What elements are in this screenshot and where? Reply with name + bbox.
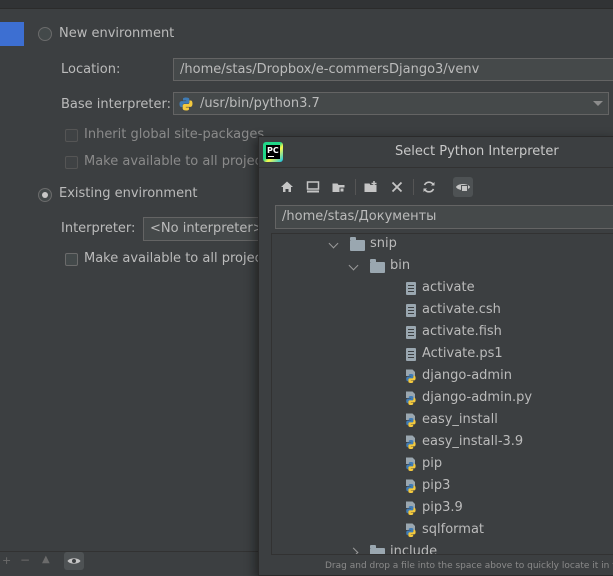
new-environment-label: New environment	[59, 26, 175, 41]
make-available-existing-label: Make available to all projects	[84, 251, 274, 266]
python-file-icon	[404, 523, 418, 537]
new-environment-radio[interactable]	[38, 27, 52, 41]
home-icon[interactable]	[277, 177, 297, 197]
new-folder-icon[interactable]	[361, 177, 381, 197]
file-icon	[406, 348, 416, 361]
file-icon	[406, 326, 416, 339]
existing-environment-label: Existing environment	[59, 186, 198, 201]
tree-row[interactable]: django-admin.py	[272, 387, 613, 409]
tree-item-label: sqlformat	[422, 522, 485, 537]
chevron-down-icon[interactable]	[593, 101, 603, 106]
location-input[interactable]: /home/stas/Dropbox/e-commersDjango3/venv	[173, 58, 613, 81]
tree-item-label: django-admin	[422, 368, 512, 383]
tree-item-label: snip	[370, 236, 397, 251]
chevron-down-icon[interactable]	[328, 238, 339, 249]
tree-row[interactable]: django-admin	[272, 365, 613, 387]
base-interpreter-label: Base interpreter:	[61, 97, 171, 112]
arrow-up-icon[interactable]: ▲	[42, 554, 50, 565]
tree-item-label: pip3	[422, 478, 451, 493]
plus-icon[interactable]: +	[2, 554, 11, 567]
inherit-global-label: Inherit global site-packages	[84, 127, 265, 142]
python-file-icon	[404, 435, 418, 449]
file-icon	[406, 304, 416, 317]
tree-row[interactable]: bin	[272, 255, 613, 277]
desktop-icon[interactable]	[303, 177, 323, 197]
tree-row[interactable]: activate	[272, 277, 613, 299]
tree-item-label: activate.csh	[422, 302, 501, 317]
tree-item-label: easy_install	[422, 412, 498, 427]
tree-row[interactable]: pip3.9	[272, 497, 613, 519]
eye-glyph	[67, 558, 81, 564]
project-icon[interactable]	[329, 177, 349, 197]
tree-row[interactable]: easy_install-3.9	[272, 431, 613, 453]
make-available-new-label: Make available to all projects	[84, 154, 274, 169]
pycharm-logo-icon: PC	[263, 142, 283, 162]
folder-icon	[350, 237, 365, 251]
folder-icon	[370, 545, 385, 554]
python-file-icon	[404, 391, 418, 405]
existing-environment-radio[interactable]	[38, 188, 52, 202]
toolbar-separator	[413, 179, 414, 195]
tree-row[interactable]: activate.fish	[272, 321, 613, 343]
title-strip	[0, 0, 613, 9]
minus-icon[interactable]: −	[20, 553, 30, 567]
dialog-title-bar[interactable]: PC Select Python Interpreter	[259, 137, 613, 168]
tree-row[interactable]: snip	[272, 234, 613, 255]
selected-side-tab[interactable]	[0, 22, 24, 46]
folder-icon	[370, 259, 385, 273]
base-interpreter-value: /usr/bin/python3.7	[200, 96, 320, 111]
make-available-existing-checkbox[interactable]	[65, 253, 78, 266]
interpreter-dropdown[interactable]: <No interpreter>	[143, 217, 263, 241]
make-available-new-checkbox[interactable]	[65, 156, 78, 169]
tree-row[interactable]: activate.csh	[272, 299, 613, 321]
tree-item-label: include	[390, 544, 438, 555]
tree-row[interactable]: pip	[272, 453, 613, 475]
location-label: Location:	[61, 62, 121, 77]
delete-icon[interactable]	[387, 177, 407, 197]
tree-row[interactable]: Activate.ps1	[272, 343, 613, 365]
select-interpreter-dialog: PC Select Python Interpreter /home/stas/…	[258, 136, 613, 576]
drag-drop-hint: Drag and drop a file into the space abov…	[325, 561, 613, 571]
path-input[interactable]: /home/stas/Документы	[275, 205, 613, 229]
dialog-title: Select Python Interpreter	[395, 144, 559, 159]
inherit-global-checkbox[interactable]	[65, 129, 78, 142]
chevron-right-icon[interactable]	[348, 547, 359, 554]
toolbar-separator	[355, 179, 356, 195]
chevron-down-icon[interactable]	[348, 260, 359, 271]
tree-row[interactable]: sqlformat	[272, 519, 613, 541]
bottom-toolbar: + − ▲	[0, 551, 258, 573]
tree-item-label: pip3.9	[422, 500, 463, 515]
show-hidden-icon[interactable]	[453, 177, 473, 197]
python-file-icon	[404, 501, 418, 515]
python-file-icon	[404, 479, 418, 493]
base-interpreter-dropdown[interactable]: /usr/bin/python3.7	[173, 92, 609, 115]
python-file-icon	[404, 457, 418, 471]
pycharm-logo-text: PC	[266, 145, 280, 159]
tree-item-label: activate	[422, 280, 475, 295]
tree-item-label: Activate.ps1	[422, 346, 503, 361]
python-file-icon	[404, 369, 418, 383]
tree-row[interactable]: include	[272, 541, 613, 555]
python-icon	[179, 97, 193, 111]
tree-item-label: django-admin.py	[422, 390, 533, 405]
tree-row[interactable]: pip3	[272, 475, 613, 497]
tree-row[interactable]: easy_install	[272, 409, 613, 431]
file-icon	[406, 282, 416, 295]
tree-item-label: easy_install-3.9	[422, 434, 524, 449]
tree-item-label: activate.fish	[422, 324, 502, 339]
tree-item-label: bin	[390, 258, 411, 273]
file-tree[interactable]: snip bin activate activate.csh activate.fish…	[271, 233, 613, 555]
python-file-icon	[404, 413, 418, 427]
refresh-icon[interactable]	[419, 177, 439, 197]
interpreter-label: Interpreter:	[61, 221, 136, 236]
eye-icon[interactable]	[64, 552, 84, 570]
tree-item-label: pip	[422, 456, 443, 471]
